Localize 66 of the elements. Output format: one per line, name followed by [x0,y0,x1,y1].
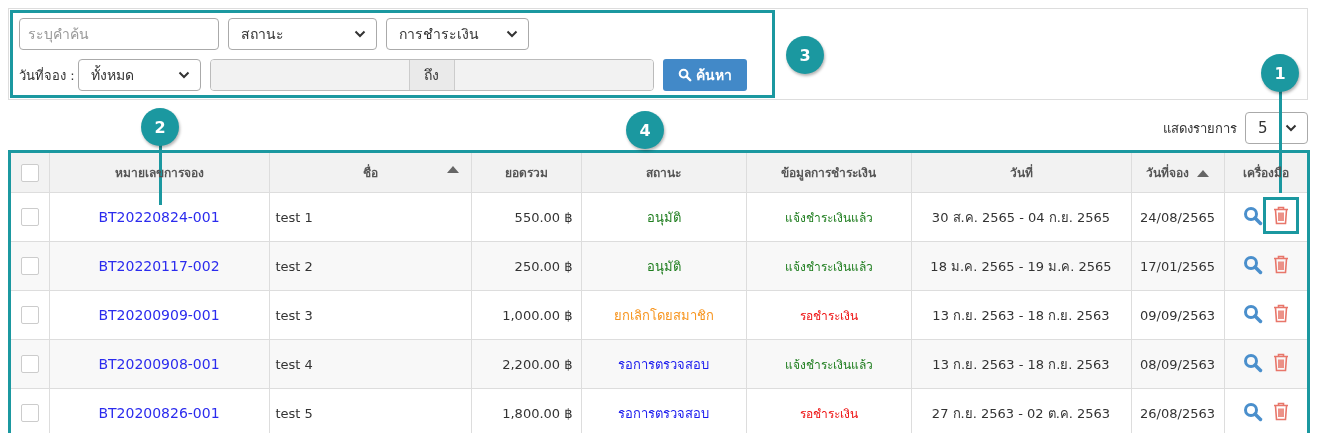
table-cell: 550.00 ฿ [471,192,581,242]
column-header[interactable]: ยอดรวม [504,166,548,180]
column-header[interactable]: วันที่ [1009,166,1033,180]
column-header[interactable]: วันที่จอง [1146,166,1189,180]
chevron-down-icon [1285,124,1297,132]
trash-icon[interactable] [1272,353,1289,372]
page-length-select[interactable]: 5 [1245,112,1308,144]
payment-status-cell: แจ้งชำระเงินแล้ว [746,339,911,389]
search-button[interactable]: ค้นหา [662,59,747,91]
table-cell: 17/01/2565 [1131,241,1224,291]
row-checkbox[interactable] [20,208,39,226]
table-cell: test 3 [269,290,471,340]
callout-badge: 2 [141,108,179,146]
row-checkbox[interactable] [20,355,39,373]
search-icon[interactable] [1242,352,1263,373]
search-icon[interactable] [1242,254,1263,275]
chevron-down-icon [177,71,190,79]
page-length-label: แสดงรายการ [1163,119,1237,138]
search-field[interactable]: ระบุคำค้น [19,18,219,50]
row-checkbox[interactable] [20,257,39,275]
search-icon[interactable] [1242,303,1263,324]
select-all-checkbox[interactable] [20,163,39,182]
date-filter-select[interactable]: ทั้งหมด [77,59,201,91]
table-cell: test 1 [269,192,471,242]
callout-badge: 1 [1261,54,1299,92]
status-select[interactable]: สถานะ [228,18,377,50]
table-cell: 24/08/2565 [1131,192,1224,242]
booking-number-link[interactable]: BT20200909-001 [49,290,269,340]
status-cell: อนุมัติ [581,241,746,291]
chevron-down-icon [506,30,518,38]
table-cell: 1,000.00 ฿ [471,290,581,340]
date-label: วันที่จอง : [19,66,75,85]
table-cell: test 4 [269,339,471,389]
payment-status-cell: รอชำระเงิน [746,290,911,340]
column-header[interactable]: ชื่อ [362,166,378,180]
table-cell: 13 ก.ย. 2563 - 18 ก.ย. 2563 [911,339,1131,389]
callout-badge: 3 [786,36,824,74]
row-checkbox[interactable] [20,306,39,324]
column-header[interactable]: สถานะ [646,166,681,180]
trash-icon[interactable] [1272,255,1289,274]
trash-icon[interactable] [1272,402,1289,421]
booking-number-link[interactable]: BT20220117-002 [49,241,269,291]
row-checkbox[interactable] [20,404,39,422]
payment-status-cell: แจ้งชำระเงินแล้ว [746,192,911,242]
table-cell: 18 ม.ค. 2565 - 19 ม.ค. 2565 [911,241,1131,291]
table-cell: 2,200.00 ฿ [471,339,581,389]
search-icon[interactable] [677,68,692,82]
date-range-field[interactable]: ถึง [209,59,654,91]
trash-icon[interactable] [1272,206,1289,225]
chevron-down-icon [354,30,366,38]
table-cell: 09/09/2563 [1131,290,1224,340]
payment-status-cell: แจ้งชำระเงินแล้ว [746,241,911,291]
table-cell: 13 ก.ย. 2563 - 18 ก.ย. 2563 [911,290,1131,340]
table-cell: 08/09/2563 [1131,339,1224,389]
booking-number-link[interactable]: BT20200908-001 [49,339,269,389]
trash-icon[interactable] [1272,304,1289,323]
search-icon[interactable] [1242,401,1263,422]
search-icon[interactable] [1242,205,1263,226]
table-cell: 30 ส.ค. 2565 - 04 ก.ย. 2565 [911,192,1131,242]
status-cell: รอการตรวจสอบ [581,339,746,389]
payment-select[interactable]: การชำระเงิน [386,18,529,50]
status-cell: อนุมัติ [581,192,746,242]
status-cell: ยกเลิกโดยสมาชิก [581,290,746,340]
table-cell: 250.00 ฿ [471,241,581,291]
table-cell: test 2 [269,241,471,291]
callout-badge: 4 [626,111,664,149]
